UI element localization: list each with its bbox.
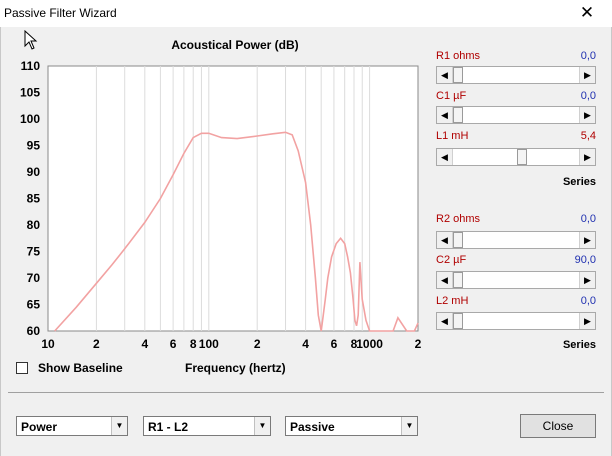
l1-label: L1 mH — [436, 130, 469, 142]
x-axis-label: Frequency (hertz) — [185, 361, 286, 375]
r1-label: R1 ohms — [436, 50, 481, 62]
l1-value: 5,4 — [580, 130, 596, 142]
c1-left-arrow-icon[interactable]: ◀ — [437, 107, 453, 123]
x-tick-label: 8 — [190, 337, 197, 351]
c2-label: C2 µF — [436, 254, 467, 266]
c1-right-arrow-icon[interactable]: ▶ — [579, 107, 595, 123]
y-tick-label: 95 — [27, 139, 41, 153]
x-tick-label: 4 — [302, 337, 309, 351]
c1-value: 0,0 — [580, 90, 596, 102]
display-mode-value: Power — [21, 420, 58, 434]
x-tick-label: 100 — [199, 337, 219, 351]
y-tick-label: 75 — [27, 245, 41, 259]
x-tick-label: 6 — [331, 337, 338, 351]
y-tick-labels: 110 105 100 95 90 85 80 75 70 65 60 — [20, 59, 40, 338]
y-tick-label: 60 — [27, 324, 41, 338]
x-tick-label: 2 — [415, 337, 422, 351]
l1-slider[interactable]: ◀ ▶ — [436, 148, 596, 166]
l2-label: L2 mH — [436, 295, 469, 307]
close-button[interactable]: Close — [520, 414, 596, 438]
chevron-down-icon[interactable]: ▼ — [111, 417, 127, 435]
r1-slider[interactable]: ◀ ▶ — [436, 66, 596, 84]
chevron-down-icon[interactable]: ▼ — [254, 417, 270, 435]
c1-slider[interactable]: ◀ ▶ — [436, 106, 596, 124]
filter-type-value: Passive — [290, 420, 335, 434]
frequency-response-chart: 1101051009590858075706560 10 2 4 6 8 100 2 4 6 81… — [20, 59, 422, 351]
l2-right-arrow-icon[interactable]: ▶ — [579, 313, 595, 329]
c1-label: C1 µF — [436, 90, 467, 102]
y-tick-label: 80 — [27, 218, 41, 232]
r2-right-arrow-icon[interactable]: ▶ — [579, 232, 595, 248]
x-tick-labels: 10 2 4 6 8 100 2 4 6 81000 2 — [41, 337, 421, 351]
x-tick-label: 4 — [141, 337, 148, 351]
l1-left-arrow-icon[interactable]: ◀ — [437, 149, 453, 165]
r2-slider[interactable]: ◀ ▶ — [436, 231, 596, 249]
y-tick-label: 65 — [27, 298, 41, 312]
show-baseline-label: Show Baseline — [38, 361, 123, 375]
r1-value: 0,0 — [580, 50, 596, 62]
filter-type-select[interactable]: Passive ▼ — [285, 416, 418, 436]
r2-label: R2 ohms — [436, 213, 481, 225]
r1-slider-thumb[interactable] — [453, 67, 463, 83]
y-tick-label: 100 — [20, 112, 40, 126]
c2-slider-thumb[interactable] — [453, 272, 463, 288]
x-tick-label: 2 — [254, 337, 261, 351]
l2-slider[interactable]: ◀ ▶ — [436, 312, 596, 330]
chart-title: Acoustical Power (dB) — [171, 38, 299, 52]
y-tick-label: 70 — [27, 271, 41, 285]
l1-slider-thumb[interactable] — [517, 149, 527, 165]
c1-slider-thumb[interactable] — [453, 107, 463, 123]
series-label-1: Series — [562, 176, 596, 188]
r2-slider-thumb[interactable] — [453, 232, 463, 248]
show-baseline-checkbox[interactable] — [16, 362, 28, 374]
chevron-down-icon[interactable]: ▼ — [401, 417, 417, 435]
r2-left-arrow-icon[interactable]: ◀ — [437, 232, 453, 248]
display-mode-select[interactable]: Power ▼ — [16, 416, 128, 436]
y-tick-label: 85 — [27, 192, 41, 206]
c2-right-arrow-icon[interactable]: ▶ — [579, 272, 595, 288]
y-tick-label: 110 — [21, 59, 41, 73]
r1-left-arrow-icon[interactable]: ◀ — [437, 67, 453, 83]
window-close-icon[interactable]: ✕ — [576, 3, 598, 23]
c2-slider[interactable]: ◀ ▶ — [436, 271, 596, 289]
separator-line — [8, 392, 604, 393]
component-select[interactable]: R1 - L2 ▼ — [143, 416, 271, 436]
x-tick-label: 1000 — [356, 337, 383, 351]
l2-value: 0,0 — [580, 295, 596, 307]
r2-value: 0,0 — [580, 213, 596, 225]
l2-slider-thumb[interactable] — [453, 313, 463, 329]
title-bar: Passive Filter Wizard ✕ — [0, 0, 612, 27]
window-title: Passive Filter Wizard — [4, 6, 117, 20]
x-tick-label: 2 — [93, 337, 100, 351]
l1-right-arrow-icon[interactable]: ▶ — [579, 149, 595, 165]
mouse-cursor-icon — [24, 30, 38, 50]
l2-left-arrow-icon[interactable]: ◀ — [437, 313, 453, 329]
component-value: R1 - L2 — [148, 420, 189, 434]
y-tick-label: 90 — [27, 165, 41, 179]
x-tick-label: 10 — [41, 337, 55, 351]
c2-left-arrow-icon[interactable]: ◀ — [437, 272, 453, 288]
y-tick-label: 105 — [20, 86, 40, 100]
x-tick-label: 6 — [170, 337, 177, 351]
r1-right-arrow-icon[interactable]: ▶ — [579, 67, 595, 83]
series-label-2: Series — [562, 339, 596, 351]
c2-value: 90,0 — [574, 254, 596, 266]
